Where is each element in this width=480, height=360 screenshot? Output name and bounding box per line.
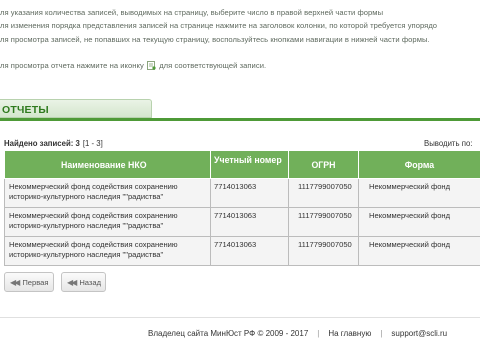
instruction-page-size: ля указания количества записей, выводимы… xyxy=(0,8,384,17)
double-left-arrow-icon: ◀◀ xyxy=(10,277,20,287)
cell-name: Некоммерческий фонд содействия сохранени… xyxy=(4,236,211,266)
table-row[interactable]: Некоммерческий фонд содействия сохранени… xyxy=(4,207,480,237)
double-left-arrow-icon: ◀◀ xyxy=(67,277,77,287)
previous-page-button[interactable]: ◀◀ Назад xyxy=(61,272,106,292)
footer-separator: | xyxy=(317,329,320,338)
footer: Владелец сайта МинЮст РФ © 2009 - 2017 | Н… xyxy=(148,329,447,338)
first-page-label: Первая xyxy=(22,277,49,287)
cell-name: Некоммерческий фонд содействия сохранени… xyxy=(4,178,211,208)
cell-name-line: историко-культурного наследия ""радиства… xyxy=(9,250,164,259)
cell-name-line: историко-культурного наследия ""радиства… xyxy=(9,192,164,201)
column-header-reg-number[interactable]: Учетный номер xyxy=(210,150,289,179)
records-found: Найдено записей: 3 [1 - 3] xyxy=(4,139,103,148)
reports-title: ОТЧЕТЫ xyxy=(2,104,49,116)
table-row[interactable]: Некоммерческий фонд содействия сохранени… xyxy=(4,236,480,266)
instruction-sorting: ля изменения порядка представления запис… xyxy=(0,21,438,30)
column-header-name[interactable]: Наименование НКО xyxy=(4,150,211,179)
cell-ogrn: 1117799007050 xyxy=(288,207,359,237)
instruction-view-report: ля просмотра отчета нажмите на иконку дл… xyxy=(0,61,266,70)
home-link[interactable]: На главную xyxy=(328,329,371,338)
records-found-label: Найдено записей: 3 xyxy=(4,139,80,148)
cell-reg-number: 7714013063 xyxy=(210,236,289,266)
cell-ogrn: 1117799007050 xyxy=(288,178,359,208)
per-page-selector[interactable]: Выводить по: xyxy=(424,139,472,148)
footer-owner: Владелец сайта МинЮст РФ © 2009 - 2017 xyxy=(148,329,309,338)
section-divider xyxy=(0,118,480,121)
first-page-button[interactable]: ◀◀ Первая xyxy=(4,272,54,292)
instruction-view-report-tail: для соответствующей записи. xyxy=(159,61,267,70)
table-header-row: Наименование НКО Учетный номер ОГРН Форм… xyxy=(4,150,480,179)
column-header-ogrn[interactable]: ОГРН xyxy=(288,150,359,179)
cell-reg-number: 7714013063 xyxy=(210,207,289,237)
cell-name-line: Некоммерческий фонд содействия сохранени… xyxy=(9,182,178,191)
table-row[interactable]: Некоммерческий фонд содействия сохранени… xyxy=(4,178,480,208)
previous-page-label: Назад xyxy=(79,277,102,287)
cell-form: Некоммерческий фонд xyxy=(358,178,480,208)
cell-form: Некоммерческий фонд xyxy=(358,236,480,266)
cell-name-line: Некоммерческий фонд содействия сохранени… xyxy=(9,211,178,220)
report-icon xyxy=(147,61,156,70)
cell-ogrn: 1117799007050 xyxy=(288,236,359,266)
reports-table: Наименование НКО Учетный номер ОГРН Форм… xyxy=(4,150,480,266)
support-email-link[interactable]: support@scli.ru xyxy=(391,329,447,338)
reports-section-header: ОТЧЕТЫ xyxy=(0,99,152,118)
instruction-view-report-text: ля просмотра отчета нажмите на иконку xyxy=(0,61,144,70)
cell-name-line: Некоммерческий фонд содействия сохранени… xyxy=(9,240,178,249)
cell-name-line: историко-культурного наследия ""радиства… xyxy=(9,221,164,230)
instruction-navigation: ля просмотра записей, не попавших на тек… xyxy=(0,35,430,44)
footer-divider xyxy=(0,317,480,318)
column-header-form[interactable]: Форма xyxy=(358,150,480,179)
records-range: [1 - 3] xyxy=(82,139,103,148)
footer-separator: | xyxy=(380,329,383,338)
cell-name: Некоммерческий фонд содействия сохранени… xyxy=(4,207,211,237)
cell-form: Некоммерческий фонд xyxy=(358,207,480,237)
cell-reg-number: 7714013063 xyxy=(210,178,289,208)
